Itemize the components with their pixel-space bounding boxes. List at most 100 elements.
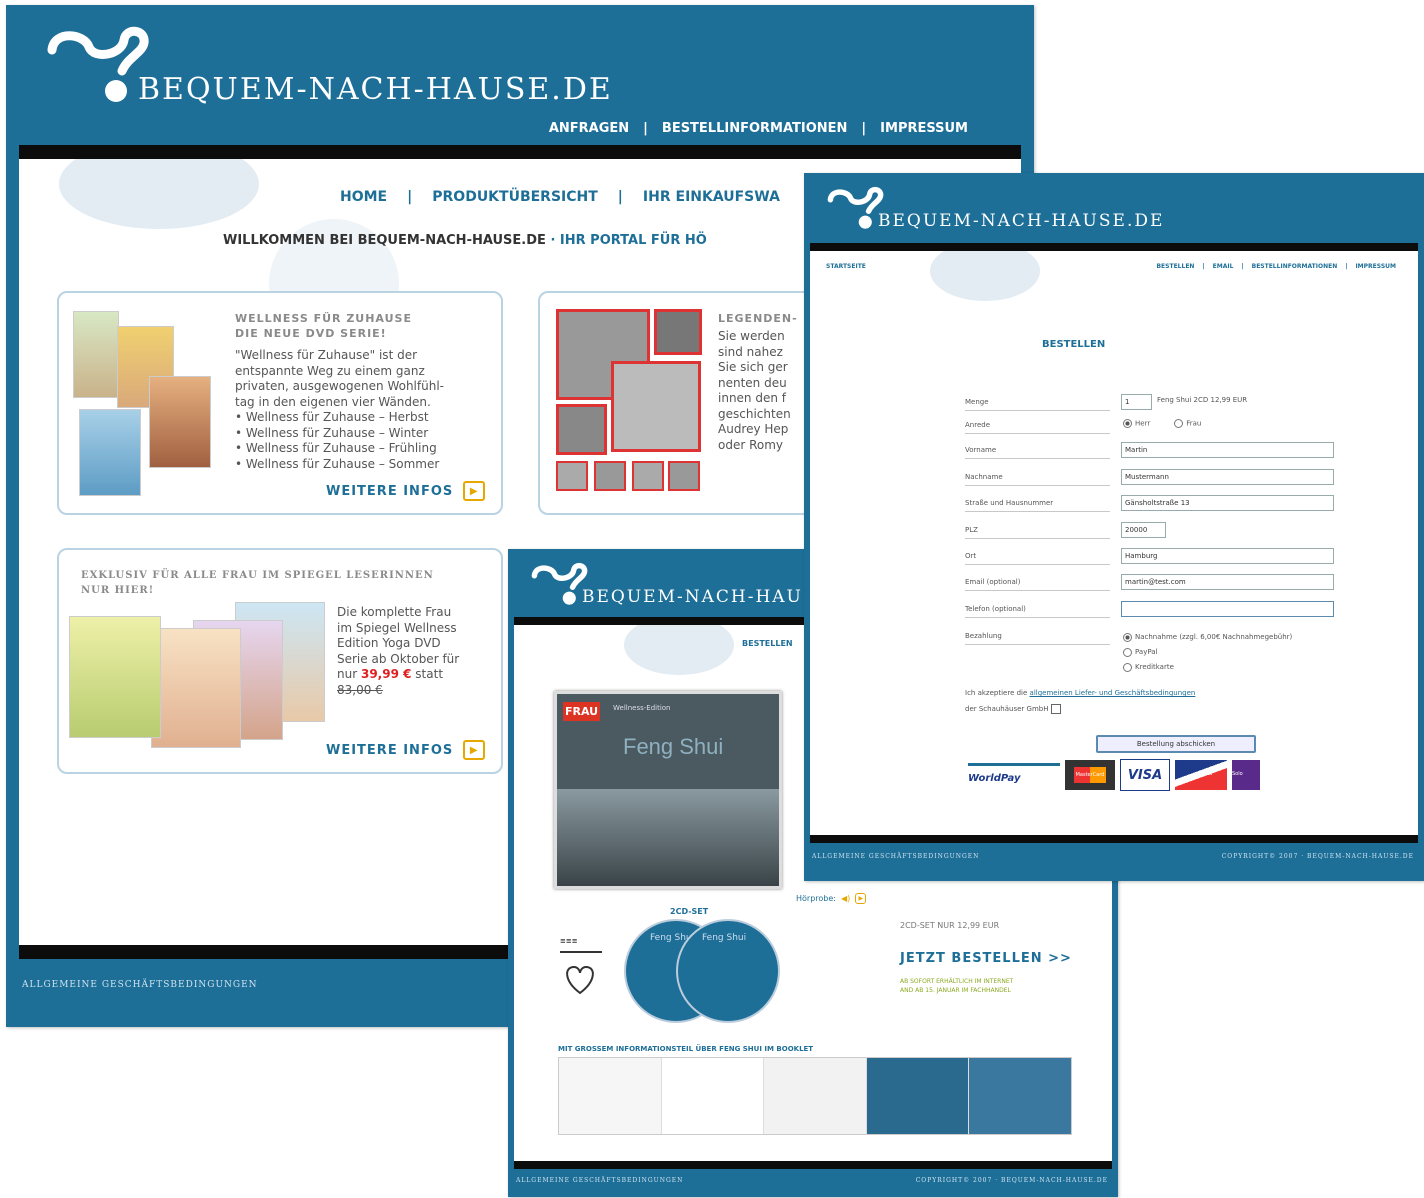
heart-logo-icon xyxy=(566,965,594,995)
field-label: Email (optional) xyxy=(965,574,1110,591)
field-label: Telefon (optional) xyxy=(965,601,1110,618)
logo-swirl-icon xyxy=(827,186,884,229)
order-now-link[interactable]: JETZT BESTELLEN >> xyxy=(900,951,1072,966)
form-row-email: Email (optional) martin@test.com xyxy=(965,574,1334,592)
dvd-cover xyxy=(151,628,241,748)
logo-swirl-icon xyxy=(531,562,588,605)
submit-order-button[interactable]: Bestellung abschicken xyxy=(1096,735,1256,753)
solo-label: Solo xyxy=(1232,771,1243,777)
radio-label: PayPal xyxy=(1135,648,1158,656)
brand-name: BEQUEM-NACH-HAUSE.DE xyxy=(878,211,1165,231)
radio-kreditkarte[interactable]: Kreditkarte xyxy=(1123,660,1292,675)
label-logos: ≡≡≡ xyxy=(560,937,606,1003)
brand-logo[interactable]: BEQUEM-NACH-HAUSE.DE xyxy=(826,185,1164,231)
terms-checkbox[interactable] xyxy=(1050,704,1061,714)
text-line: innen den f xyxy=(718,391,786,405)
booklet-page xyxy=(764,1058,867,1134)
nav-einkaufswagen[interactable]: IHR EINKAUFSWA xyxy=(643,189,780,205)
quantity-suffix: Feng Shui 2CD 12,99 EUR xyxy=(1157,396,1248,404)
brand-logo[interactable]: BEQUEM-NACH-HAUSE.DE xyxy=(44,25,613,107)
nav-separator: | xyxy=(617,189,623,205)
phone-field[interactable] xyxy=(1121,601,1334,617)
box-title: EXKLUSIV FÜR ALLE FRAU IM SPIEGEL LESERI… xyxy=(81,568,434,598)
form-row-menge: Menge 1 Feng Shui 2CD 12,99 EUR xyxy=(965,394,1325,412)
dvd-cover xyxy=(73,311,119,398)
text-line: Edition Yoga DVD xyxy=(337,636,441,650)
terms-link[interactable]: allgemeinen Liefer- und Geschäftsbedingu… xyxy=(1030,689,1196,697)
radio-selected-icon xyxy=(1123,419,1132,428)
more-info-label: WEITERE INFOS xyxy=(326,483,454,499)
more-info-link[interactable]: WEITERE INFOS ▶ xyxy=(326,481,486,501)
quantity-input[interactable]: 1 xyxy=(1121,394,1152,410)
text-line: Sie sich ger xyxy=(718,360,788,374)
last-name-field[interactable]: Mustermann xyxy=(1121,469,1334,485)
nav-produktuebersicht[interactable]: PRODUKTÜBERSICHT xyxy=(432,189,598,205)
street-field[interactable]: Gänsholtstraße 13 xyxy=(1121,495,1334,511)
zip-field[interactable]: 20000 xyxy=(1121,522,1166,538)
more-info-link[interactable]: WEITERE INFOS ▶ xyxy=(326,740,486,760)
nav-separator: | xyxy=(861,121,867,136)
nav-email[interactable]: EMAIL xyxy=(1213,263,1234,270)
legends-photo-collage[interactable] xyxy=(556,309,706,494)
booklet-page xyxy=(559,1058,662,1134)
box-title: LEGENDEN- xyxy=(718,312,798,325)
city-field[interactable]: Hamburg xyxy=(1121,548,1334,564)
delivery-info: AB SOFORT ERHÄLTLICH IM INTERNET AND AB … xyxy=(900,977,1013,995)
footer-agb-link[interactable]: ALLGEMEINE GESCHÄFTSBEDINGUNGEN xyxy=(22,980,258,990)
nav-impressum[interactable]: IMPRESSUM xyxy=(880,121,968,136)
wellness-promo-box: WELLNESS FÜR ZUHAUSE DIE NEUE DVD SERIE!… xyxy=(57,291,503,515)
form-row-telefon: Telefon (optional) xyxy=(965,601,1334,619)
nav-anfragen[interactable]: ANFRAGEN xyxy=(549,121,629,136)
brand-name: BEQUEM-NACH-HAUSE.DE xyxy=(138,72,613,107)
cd-cover-image[interactable]: FRAU Wellness-Edition Feng Shui xyxy=(554,691,782,889)
speaker-icon[interactable]: ◀) xyxy=(841,894,850,903)
text-line: privaten, ausgewogenen Wohlfühl- xyxy=(235,379,444,393)
field-label: Vorname xyxy=(965,442,1110,459)
radio-label: Herr xyxy=(1135,419,1151,428)
nav-bestellen[interactable]: BESTELLEN xyxy=(1156,263,1194,270)
text-line: oder Romy xyxy=(718,437,784,452)
radio-nachnahme[interactable]: Nachnahme (zzgl. 6,00€ Nachnahmegebühr) xyxy=(1123,630,1292,645)
footer-copyright: COPYRIGHT© 2007 · BEQUEM-NACH-HAUSE.DE xyxy=(1221,853,1414,860)
nav-bestellinformationen[interactable]: BESTELLINFORMATIONEN xyxy=(662,121,848,136)
nav-impressum[interactable]: IMPRESSUM xyxy=(1355,263,1396,270)
footer-agb-link[interactable]: ALLGEMEINE GESCHÄFTSBEDINGUNGEN xyxy=(516,1177,683,1184)
radio-icon xyxy=(1174,419,1184,428)
footer-agb-link[interactable]: ALLGEMEINE GESCHÄFTSBEDINGUNGEN xyxy=(812,853,979,860)
mastercard-label: MasterCard xyxy=(1073,767,1107,783)
nav-separator: | xyxy=(1202,263,1205,270)
form-row-anrede: Anrede Herr Frau xyxy=(965,417,1325,435)
order-content: STARTSEITE BESTELLEN | EMAIL | BESTELLIN… xyxy=(810,251,1418,835)
disc-pair[interactable]: Feng Shui Feng Shui xyxy=(624,915,784,1023)
form-row-strasse: Straße und Hausnummer Gänsholtstraße 13 xyxy=(965,495,1334,513)
first-name-field[interactable]: Martin xyxy=(1121,442,1334,458)
disc-title: Feng Shui xyxy=(702,933,747,943)
box-description: Die komplette Frau im Spiegel Wellness E… xyxy=(337,605,459,698)
booklet-preview[interactable] xyxy=(558,1057,1072,1135)
booklet-page xyxy=(661,1058,765,1134)
photo-thumb xyxy=(632,461,664,491)
breadcrumb[interactable]: STARTSEITE xyxy=(826,263,866,270)
payment-logos: WorldPay MasterCard VISA Delta Solo xyxy=(968,759,1260,791)
radio-herr[interactable]: Herr xyxy=(1123,419,1150,428)
booklet-page xyxy=(866,1058,970,1134)
form-row-plz: PLZ 20000 xyxy=(965,522,1325,540)
play-arrow-icon[interactable]: ▶ xyxy=(855,893,867,904)
radio-paypal[interactable]: PayPal xyxy=(1123,645,1292,660)
email-field[interactable]: martin@test.com xyxy=(1121,574,1334,590)
nav-bestellen[interactable]: BESTELLEN xyxy=(742,639,793,648)
text-line: tag in den eigenen vier Wänden. xyxy=(235,394,431,409)
photo-thumb xyxy=(556,404,607,455)
dvd-covers-image[interactable] xyxy=(73,311,213,496)
order-page-window: BEQUEM-NACH-HAUSE.DE STARTSEITE BESTELLE… xyxy=(804,173,1424,881)
bullet-item: • Wellness für Zuhause – Herbst xyxy=(235,410,429,424)
nav-bestellinformationen[interactable]: BESTELLINFORMATIONEN xyxy=(1252,263,1338,270)
photo-thumb xyxy=(668,461,700,491)
mastercard-logo: MasterCard xyxy=(1065,760,1115,790)
box-description: "Wellness für Zuhause" ist der entspannt… xyxy=(235,348,444,472)
dvd-cover xyxy=(69,616,161,738)
yoga-dvd-covers-image[interactable] xyxy=(69,602,331,760)
radio-frau[interactable]: Frau xyxy=(1174,419,1201,428)
photo-thumb xyxy=(654,309,702,355)
nav-home[interactable]: HOME xyxy=(340,189,387,205)
